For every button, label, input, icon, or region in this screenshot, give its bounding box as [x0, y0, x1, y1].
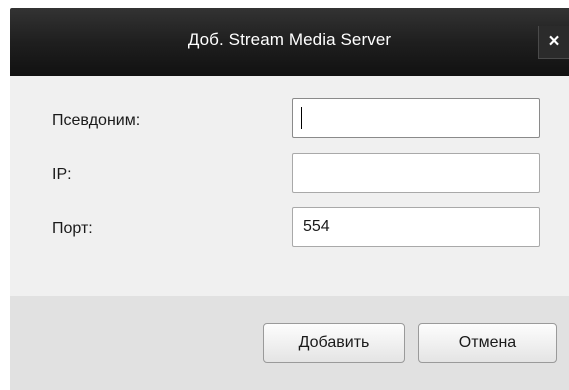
text-caret — [301, 107, 302, 129]
cancel-button[interactable]: Отмена — [418, 323, 557, 363]
ip-label: IP: — [52, 166, 72, 183]
add-stream-media-server-dialog: Доб. Stream Media Server × Псевдоним: IP… — [0, 0, 569, 390]
alias-input[interactable] — [292, 98, 540, 138]
close-icon[interactable]: × — [538, 26, 569, 59]
ip-input[interactable] — [292, 153, 540, 193]
dialog-titlebar: Доб. Stream Media Server × — [10, 8, 569, 76]
dialog-body: Псевдоним: IP: Порт: — [10, 76, 569, 296]
add-button[interactable]: Добавить — [263, 323, 405, 363]
alias-label: Псевдоним: — [52, 112, 141, 129]
dialog-titlebar-area: Доб. Stream Media Server × — [0, 0, 569, 76]
dialog-title: Доб. Stream Media Server — [187, 30, 392, 49]
port-input[interactable] — [292, 207, 540, 247]
port-label: Порт: — [52, 220, 93, 237]
dialog-footer: Добавить Отмена — [10, 296, 569, 390]
